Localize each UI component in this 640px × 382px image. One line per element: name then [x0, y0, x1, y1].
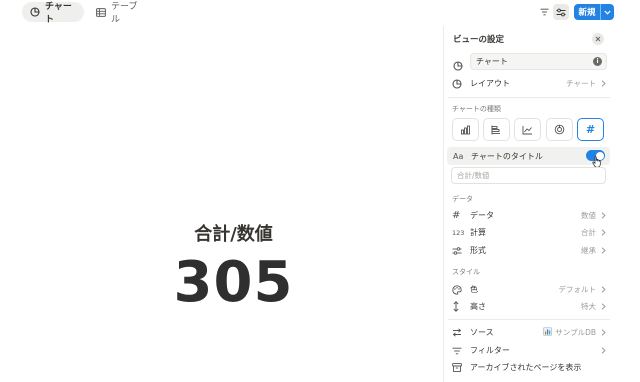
chevron-right-icon — [599, 212, 607, 219]
view-name-input[interactable]: チャート i — [470, 53, 607, 70]
archive-icon — [452, 363, 468, 372]
source-row[interactable]: ソース サンプルDB — [448, 324, 610, 341]
chevron-right-icon — [599, 247, 607, 254]
chart-title-input[interactable]: 合計/数値 — [451, 167, 606, 184]
sliders-icon — [556, 8, 566, 16]
filter-button[interactable] — [536, 4, 552, 20]
close-icon — [595, 36, 601, 42]
divider — [448, 319, 610, 320]
chart-type-line[interactable] — [514, 118, 541, 141]
chevron-right-icon — [599, 303, 607, 310]
chevron-right-icon — [599, 286, 607, 293]
style-row-height[interactable]: 高さ 特大 — [448, 298, 610, 315]
chevron-right-icon — [599, 329, 607, 336]
tab-table[interactable]: テーブル — [88, 2, 150, 25]
source-value: サンプルDB — [555, 328, 596, 337]
database-chart-icon — [543, 327, 553, 338]
style-row-color[interactable]: 色 デフォルト — [448, 281, 610, 298]
divider — [448, 97, 610, 98]
data-row-format[interactable]: 形式 継承 — [448, 242, 610, 259]
show-archived-label: アーカイブされたページを表示 — [470, 363, 582, 372]
new-button[interactable]: 新規 — [574, 4, 614, 20]
layout-value: チャート — [566, 79, 596, 88]
data-row-value: 継承 — [581, 246, 596, 255]
format-sliders-icon — [452, 246, 468, 255]
style-row-label: 高さ — [470, 302, 486, 311]
view-name-value: チャート — [476, 57, 508, 66]
new-dropdown-button[interactable] — [601, 4, 614, 20]
chevron-down-icon — [604, 10, 611, 15]
data-row-label: 形式 — [470, 246, 486, 255]
filter-label: フィルター — [470, 346, 510, 355]
tab-chart-label: チャート — [45, 2, 72, 25]
chevron-right-icon — [599, 347, 607, 354]
tab-table-label: テーブル — [111, 2, 138, 25]
vertical-arrows-icon — [452, 301, 468, 312]
palette-icon — [452, 284, 468, 295]
horizontal-bar-chart-icon — [491, 125, 500, 134]
chart-title-placeholder: 合計/数値 — [457, 171, 490, 180]
tab-chart[interactable]: チャート — [22, 2, 84, 25]
vertical-bar-chart-icon — [461, 125, 470, 134]
close-panel-button[interactable] — [592, 33, 604, 45]
number-123-icon: 123 — [452, 228, 465, 237]
data-row-label: データ — [470, 211, 494, 220]
filter-icon — [540, 8, 548, 16]
text-aa-icon: Aa — [453, 151, 464, 161]
settings-toggle-button[interactable] — [553, 4, 569, 20]
view-toolbar: チャート テーブル 新規 — [0, 0, 640, 26]
style-section-label: スタイル — [452, 268, 480, 276]
style-row-value: 特大 — [581, 302, 596, 311]
chart-pie-icon — [453, 56, 463, 75]
hash-icon: # — [452, 210, 461, 221]
filter-row[interactable]: フィルター — [448, 342, 610, 359]
show-archived-row[interactable]: アーカイブされたページを表示 — [448, 359, 610, 376]
chevron-right-icon — [599, 80, 607, 87]
layout-row[interactable]: レイアウト チャート — [448, 75, 610, 92]
chevron-right-icon — [599, 229, 607, 236]
swap-arrows-icon — [452, 328, 468, 337]
line-chart-icon — [522, 125, 532, 134]
source-label: ソース — [470, 328, 494, 337]
data-row-label: 計算 — [470, 228, 486, 237]
panel-title: ビューの設定 — [453, 35, 505, 45]
style-row-label: 色 — [470, 285, 478, 294]
style-row-value: デフォルト — [558, 285, 597, 294]
new-button-label[interactable]: 新規 — [574, 4, 601, 20]
data-section-label: データ — [452, 195, 473, 203]
chart-title-toggle-label: チャートのタイトル — [471, 151, 543, 161]
data-row-data[interactable]: # データ 数値 — [448, 207, 610, 224]
number-chart-value: 305 — [173, 250, 294, 315]
chart-type-donut[interactable] — [546, 118, 573, 141]
data-row-calculation[interactable]: 123 計算 合計 — [448, 224, 610, 241]
chart-canvas — [0, 26, 443, 382]
chart-pie-icon — [30, 7, 40, 17]
filter-icon — [452, 347, 468, 355]
info-icon[interactable]: i — [593, 57, 602, 66]
layout-icon — [452, 78, 468, 89]
table-icon — [96, 7, 106, 17]
chart-type-vertical-bar[interactable] — [452, 118, 479, 141]
chart-type-horizontal-bar[interactable] — [483, 118, 510, 141]
chart-type-section-label: チャートの種類 — [452, 105, 501, 113]
layout-label: レイアウト — [470, 79, 510, 88]
hash-icon: # — [585, 123, 596, 136]
chart-type-number[interactable]: # — [577, 118, 604, 141]
data-row-value: 合計 — [581, 228, 596, 237]
donut-chart-icon — [554, 124, 565, 135]
data-row-value: 数値 — [581, 211, 596, 220]
number-chart-title: 合計/数値 — [194, 224, 273, 245]
